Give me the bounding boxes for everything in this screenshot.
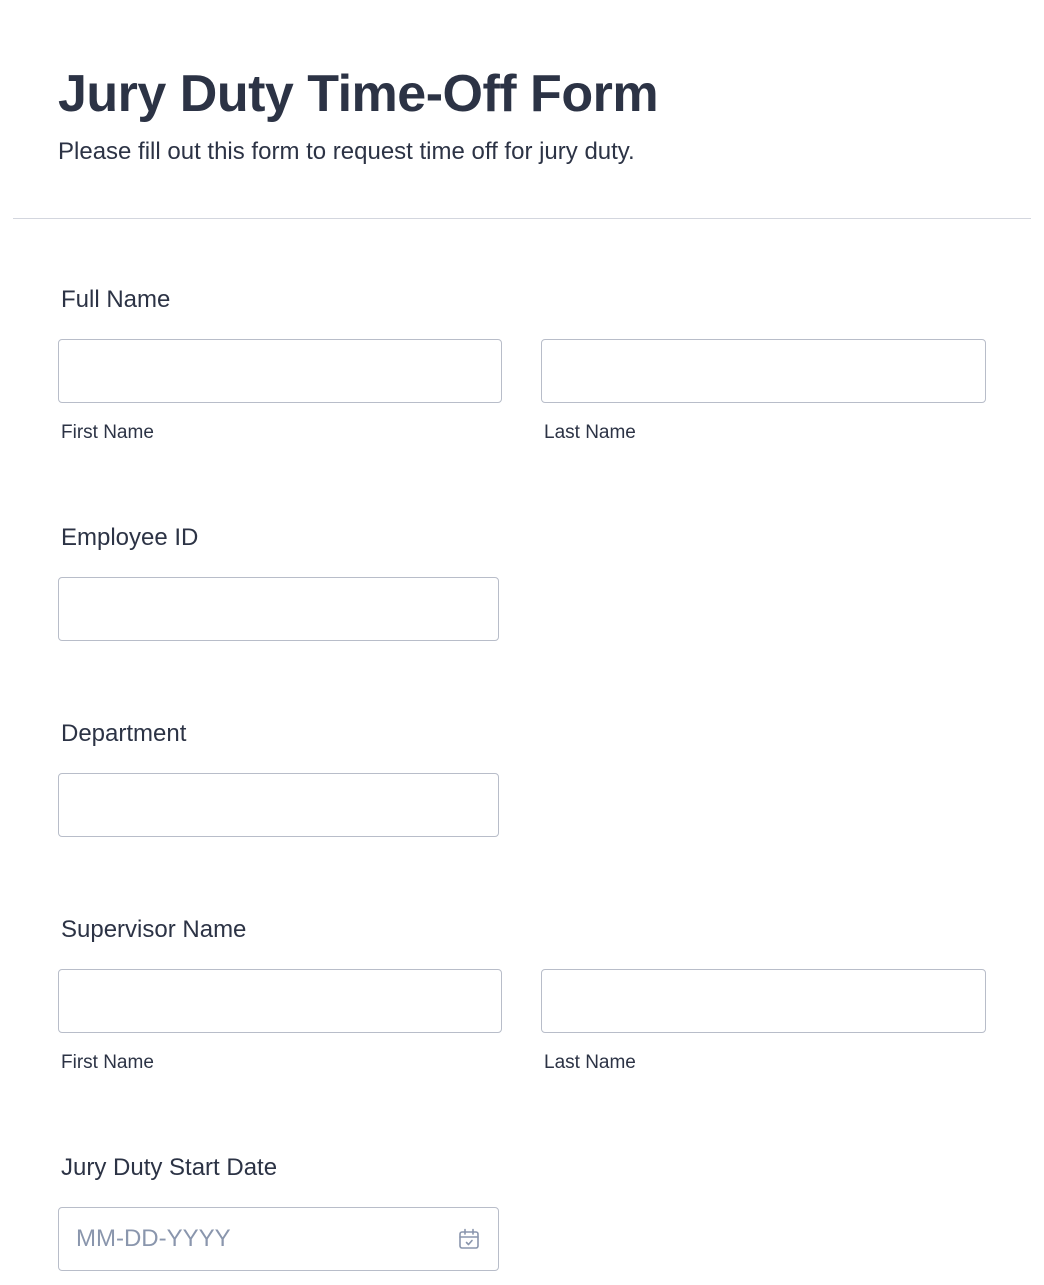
start-date-label: Jury Duty Start Date xyxy=(61,1154,278,1181)
supervisor-last-sublabel: Last Name xyxy=(544,1052,636,1073)
full-name-last-sublabel: Last Name xyxy=(544,422,636,443)
full-name-field: Full Name First Name Last Name xyxy=(58,285,988,455)
header-divider xyxy=(13,218,1031,219)
form-title: Jury Duty Time-Off Form xyxy=(58,65,659,123)
department-input[interactable] xyxy=(58,773,499,837)
start-date-field: Jury Duty Start Date xyxy=(58,1153,988,1278)
form-header: Jury Duty Time-Off Form Please fill out … xyxy=(58,62,1018,168)
department-label: Department xyxy=(61,720,187,747)
start-date-input[interactable] xyxy=(58,1207,499,1271)
full-name-first-sublabel: First Name xyxy=(61,422,154,443)
supervisor-first-input[interactable] xyxy=(58,969,502,1033)
full-name-last-input[interactable] xyxy=(541,339,986,403)
full-name-label: Full Name xyxy=(61,286,171,313)
supervisor-name-field: Supervisor Name First Name Last Name xyxy=(58,915,988,1085)
supervisor-last-input[interactable] xyxy=(541,969,986,1033)
department-field: Department xyxy=(58,719,988,839)
start-date-picker xyxy=(58,1207,499,1271)
calendar-icon[interactable] xyxy=(457,1227,481,1251)
supervisor-name-label: Supervisor Name xyxy=(61,916,247,943)
full-name-first-input[interactable] xyxy=(58,339,502,403)
employee-id-label: Employee ID xyxy=(61,524,199,551)
employee-id-input[interactable] xyxy=(58,577,499,641)
employee-id-field: Employee ID xyxy=(58,523,988,643)
form-subtitle: Please fill out this form to request tim… xyxy=(58,138,635,165)
supervisor-first-sublabel: First Name xyxy=(61,1052,154,1073)
